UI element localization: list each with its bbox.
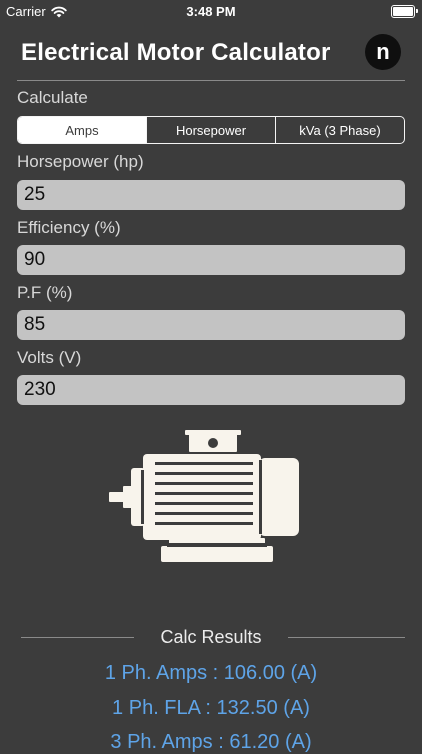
efficiency-label: Efficiency (%) bbox=[17, 218, 121, 237]
results-title: Calc Results bbox=[160, 627, 262, 647]
result-1ph-amps: 1 Ph. Amps : 106.00 (A) bbox=[104, 662, 318, 684]
status-time: 3:48 PM bbox=[186, 4, 236, 19]
segment-horsepower[interactable]: Horsepower bbox=[146, 117, 275, 143]
volts-label: Volts (V) bbox=[17, 348, 82, 367]
status-bar: Carrier 3:48 PM bbox=[0, 0, 422, 22]
result-1ph-fla: 1 Ph. FLA : 132.50 (A) bbox=[112, 697, 310, 719]
power-factor-label: P.F (%) bbox=[17, 283, 73, 302]
horsepower-field[interactable]: 25 bbox=[17, 180, 405, 210]
result-3ph-amps: 3 Ph. Amps : 61.20 (A) bbox=[110, 731, 312, 753]
page-title: Electrical Motor Calculator bbox=[21, 39, 331, 66]
efficiency-field[interactable]: 90 bbox=[17, 245, 405, 275]
segment-amps[interactable]: Amps bbox=[18, 117, 146, 143]
power-factor-field[interactable]: 85 bbox=[17, 310, 405, 340]
battery-icon bbox=[391, 5, 418, 18]
brand-logo[interactable]: n bbox=[365, 34, 401, 70]
app-header: Electrical Motor Calculator n bbox=[0, 22, 422, 80]
horsepower-label: Horsepower (hp) bbox=[17, 152, 144, 171]
electric-motor-icon bbox=[105, 428, 301, 566]
calculate-mode-selector: Amps Horsepower kVa (3 Phase) bbox=[17, 116, 405, 144]
volts-field[interactable]: 230 bbox=[17, 375, 405, 405]
header-divider bbox=[17, 80, 405, 81]
segment-kva-3-phase[interactable]: kVa (3 Phase) bbox=[275, 117, 404, 143]
calculate-label: Calculate bbox=[17, 88, 88, 107]
